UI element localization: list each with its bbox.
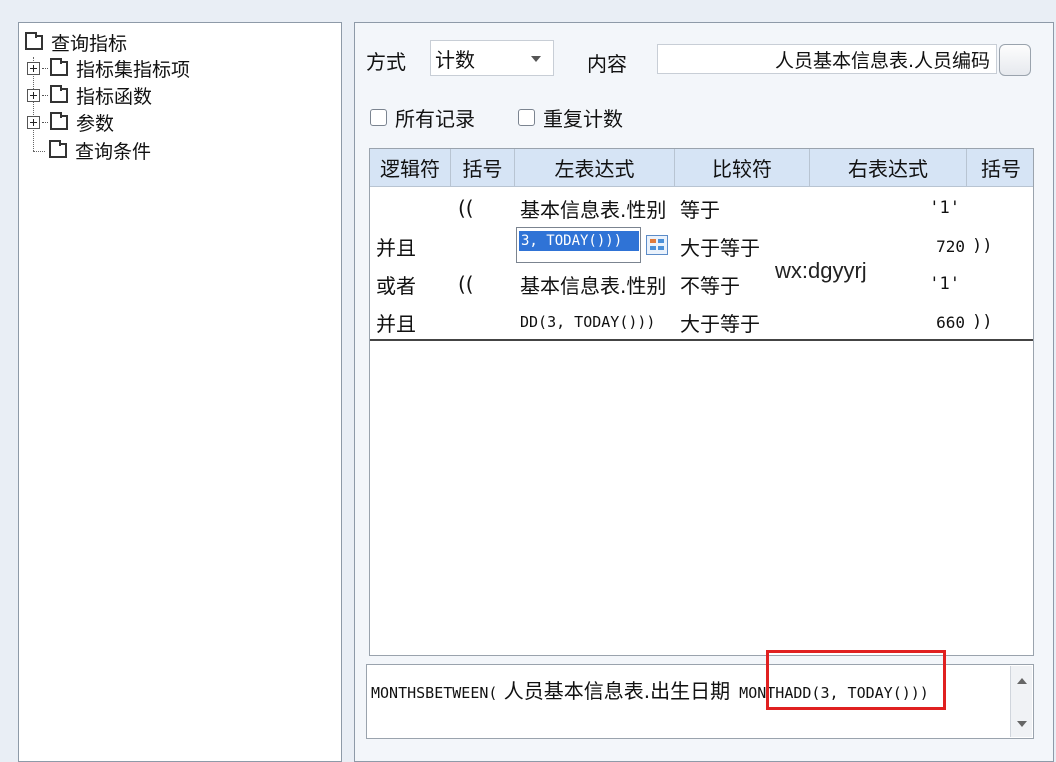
tree-item-query-conditions[interactable]: 查询条件 [49,137,151,163]
checkbox-box[interactable] [518,109,535,126]
cell-right-paren[interactable]: )) [972,227,992,265]
all-records-checkbox[interactable]: 所有记录 [370,103,475,132]
grid-last-row-divider [370,339,1033,341]
expression-function: MONTHSBETWEEN( [371,684,498,702]
folder-icon [49,139,67,158]
checkbox-label: 所有记录 [395,107,475,131]
cell-editor-input[interactable]: 3, TODAY())) [516,227,641,263]
tree-item-indicator-set[interactable]: 指标集指标项 [27,55,190,81]
content-label: 内容 [587,52,627,76]
folder-icon [25,31,43,50]
checkbox-label: 重复计数 [543,107,623,131]
cell-logic[interactable]: 并且 [376,303,416,341]
cell-right-expression[interactable]: '1' [810,189,960,227]
tree-connector-corner [33,151,45,152]
expression-builder-icon[interactable] [646,235,668,255]
indicator-tree-panel[interactable]: 查询指标 指标集指标项 指标函数 参数 查询条件 [18,22,342,762]
cell-comparator[interactable]: 等于 [680,189,720,227]
tree-item-label: 查询条件 [75,140,152,163]
checkbox-box[interactable] [370,109,387,126]
cell-left-expression[interactable]: DD(3, TODAY())) [520,303,675,341]
column-header-left-expression[interactable]: 左表达式 [515,149,675,187]
cell-right-paren[interactable]: )) [972,303,992,341]
chevron-down-icon[interactable] [531,56,541,62]
expression-field: 人员基本信息表.出生日期 [497,679,731,703]
tree-dash [42,67,48,69]
column-header-comparator[interactable]: 比较符 [675,149,810,187]
cell-left-expression[interactable]: 基本信息表.性别 [520,189,672,227]
cell-logic[interactable]: 或者 [376,265,416,303]
content-browse-button[interactable] [999,44,1031,76]
folder-icon [50,57,68,76]
tree-item-label: 指标集指标项 [76,58,191,81]
cell-comparator[interactable]: 大于等于 [680,303,760,341]
folder-icon [50,111,68,130]
expression-scrollbar[interactable] [1010,666,1032,737]
cell-comparator[interactable]: 大于等于 [680,227,760,265]
column-header-left-paren[interactable]: 括号 [451,149,515,187]
condition-grid[interactable]: 逻辑符 括号 左表达式 比较符 右表达式 括号 (( 基本信息表.性别 等于 '… [369,148,1034,656]
watermark-text: wx:dgyyrj [775,258,867,283]
tree-item-label: 指标函数 [76,85,153,108]
tree-item-indicator-functions[interactable]: 指标函数 [27,82,152,108]
content-field[interactable]: 人员基本信息表.人员编码 [657,44,997,74]
tree-dash [42,121,48,123]
mode-value: 计数 [435,47,475,72]
scroll-down-icon[interactable] [1017,721,1027,727]
column-header-right-paren[interactable]: 括号 [967,149,1033,187]
content-value: 人员基本信息表.人员编码 [774,49,990,72]
scroll-up-icon[interactable] [1017,678,1027,684]
folder-icon [50,84,68,103]
cell-logic[interactable]: 并且 [376,227,416,265]
column-header-right-expression[interactable]: 右表达式 [810,149,967,187]
cell-left-paren[interactable]: (( [458,265,474,303]
cell-left-paren[interactable]: (( [458,189,474,227]
column-header-logic[interactable]: 逻辑符 [370,149,451,187]
expand-plus-icon[interactable] [27,88,40,102]
cell-left-expression[interactable]: 基本信息表.性别 [520,265,672,303]
highlight-annotation-box [766,650,946,710]
expand-plus-icon[interactable] [27,61,40,75]
mode-dropdown[interactable]: 计数 [430,40,554,76]
cell-comparator[interactable]: 不等于 [680,265,740,303]
expand-plus-icon[interactable] [27,115,40,129]
tree-root-label: 查询指标 [51,32,128,55]
repeat-count-checkbox[interactable]: 重复计数 [518,103,623,132]
tree-item-parameters[interactable]: 参数 [27,109,114,135]
cell-right-expression[interactable]: 660 [810,303,965,341]
tree-item-label: 参数 [76,112,115,135]
tree-root-query-indicators[interactable]: 查询指标 [25,29,127,55]
tree-dash [42,94,48,96]
selected-text: 3, TODAY())) [519,231,639,251]
mode-label: 方式 [366,50,406,74]
